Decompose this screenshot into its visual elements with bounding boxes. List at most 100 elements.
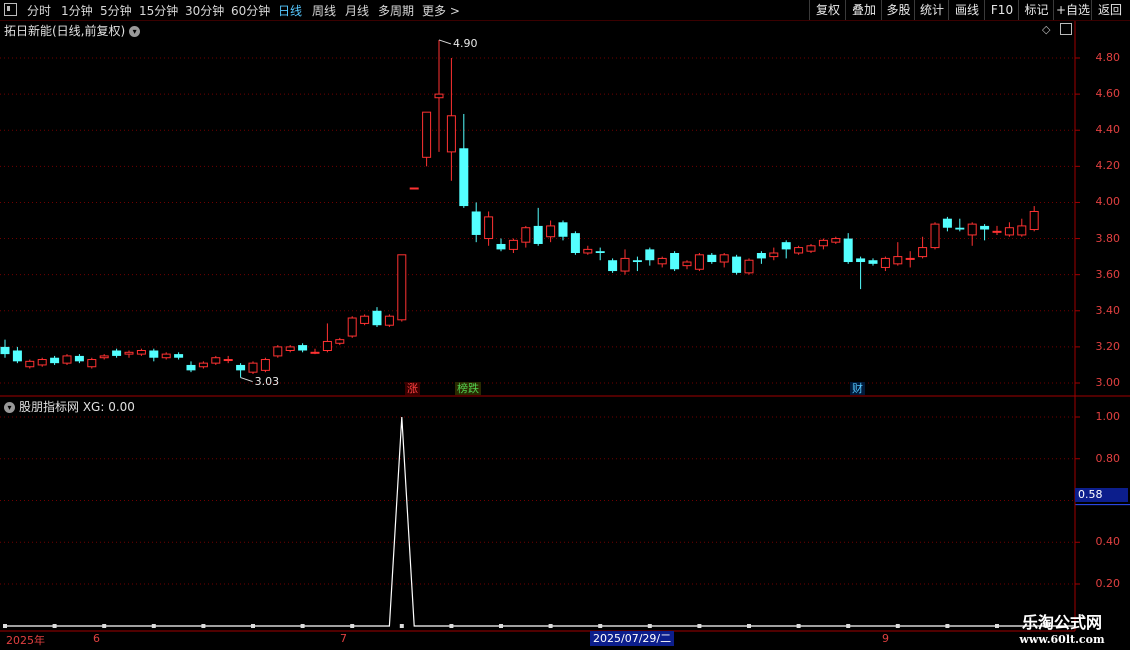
- xg-indicator-point: [747, 624, 751, 628]
- candle-body: [0, 346, 10, 355]
- xg-indicator-point: [300, 624, 305, 628]
- candle: [769, 247, 779, 261]
- xg-indicator-point: [350, 624, 355, 628]
- candle-body: [893, 256, 903, 265]
- event-badge-limit-up[interactable]: 涨: [405, 382, 420, 395]
- candle-body: [74, 355, 84, 362]
- add-watchlist-button[interactable]: +自选: [1053, 0, 1092, 20]
- tab-period-monthly[interactable]: 月线: [345, 2, 369, 19]
- indicator-title[interactable]: ▾ 股朋指标网 XG: 0.00: [4, 398, 135, 415]
- candle-body: [595, 251, 605, 253]
- tab-period-5min[interactable]: 5分钟: [100, 2, 132, 19]
- tab-period-weekly[interactable]: 周线: [312, 2, 336, 19]
- xg-indicator-point: [647, 624, 652, 628]
- tab-period-15min[interactable]: 15分钟: [139, 2, 178, 19]
- indicator-tick-label: 0.40: [1095, 535, 1121, 549]
- tab-period-more[interactable]: 更多 >: [422, 2, 460, 19]
- overlay-button[interactable]: 叠加: [845, 0, 882, 20]
- candle-body: [198, 362, 208, 368]
- tab-period-1min[interactable]: 1分钟: [61, 2, 93, 19]
- candle-body: [236, 364, 246, 371]
- candle: [744, 258, 754, 275]
- candle: [422, 111, 432, 167]
- candle-body: [446, 115, 456, 153]
- candle: [198, 361, 208, 369]
- tab-period-multi[interactable]: 多周期: [378, 2, 414, 19]
- min-price-label: 3.03: [254, 374, 280, 388]
- candle-body: [422, 111, 432, 158]
- candle-body: [260, 359, 270, 371]
- price-tick-label: 4.20: [1095, 159, 1121, 173]
- candle-body: [806, 245, 816, 252]
- watermark-title: 乐淘公式网: [1021, 613, 1102, 632]
- mark-button[interactable]: 标记: [1018, 0, 1054, 20]
- candle: [905, 251, 915, 268]
- candle: [446, 58, 456, 181]
- price-tick-label: 3.00: [1095, 376, 1121, 389]
- panel-toggle-icon[interactable]: [1060, 23, 1072, 35]
- candle-body: [980, 225, 990, 230]
- crosshair-date-label: 2025/07/29/二: [590, 631, 675, 646]
- chevron-down-icon[interactable]: ▾: [129, 26, 141, 37]
- candle-body: [87, 359, 97, 368]
- candle: [670, 251, 680, 272]
- candle: [260, 357, 270, 373]
- draw-line-button[interactable]: 画线: [948, 0, 985, 20]
- candle: [37, 357, 47, 367]
- candle-body: [273, 346, 283, 357]
- tab-period-30min[interactable]: 30分钟: [185, 2, 224, 19]
- statistics-button[interactable]: 统计: [914, 0, 949, 20]
- back-button[interactable]: 返回: [1091, 0, 1128, 20]
- candle-body: [322, 340, 332, 352]
- xg-indicator-point: [945, 624, 950, 628]
- candle-body: [657, 257, 667, 265]
- date-axis-month-7: 7: [340, 632, 347, 645]
- tab-period-intraday[interactable]: 分时: [27, 2, 51, 19]
- candle-body: [694, 254, 704, 270]
- candle-body: [50, 357, 60, 364]
- date-axis-month-6: 6: [93, 632, 100, 645]
- candle-body: [769, 252, 779, 258]
- candle-body: [149, 350, 159, 358]
- candle-body: [25, 360, 35, 368]
- candle: [161, 352, 171, 360]
- candle: [335, 337, 345, 346]
- chart-title[interactable]: 拓日新能(日线,前复权) ▾: [4, 22, 141, 39]
- f10-button[interactable]: F10: [984, 0, 1019, 20]
- candle: [533, 207, 543, 246]
- event-badge-finance[interactable]: 财: [850, 382, 865, 395]
- event-badge-list-drop[interactable]: 榜跌: [455, 382, 481, 395]
- candle-body: [831, 238, 841, 243]
- max-price-label: 4.90: [453, 36, 478, 50]
- restore-rights-button[interactable]: 复权: [809, 0, 846, 20]
- candle: [967, 222, 977, 246]
- candle-body: [136, 350, 146, 355]
- candle: [583, 245, 593, 255]
- candle: [409, 187, 419, 190]
- candle-body: [818, 239, 828, 247]
- candle-body: [756, 253, 766, 259]
- candle: [186, 361, 196, 373]
- candle: [149, 348, 159, 362]
- price-tick-label: 4.40: [1095, 123, 1121, 137]
- candle: [459, 113, 469, 208]
- tab-period-60min[interactable]: 60分钟: [231, 2, 270, 19]
- candle: [645, 247, 655, 266]
- candle: [298, 343, 308, 353]
- menu-icon[interactable]: [4, 3, 17, 16]
- candle: [50, 355, 60, 365]
- candle: [99, 354, 109, 360]
- candle-body: [521, 227, 531, 243]
- candle: [546, 220, 556, 243]
- kline-chart[interactable]: [0, 0, 1130, 650]
- price-tick-label: 3.60: [1095, 267, 1121, 281]
- candle: [223, 355, 233, 364]
- candle: [657, 256, 667, 268]
- candle: [384, 314, 394, 328]
- chevron-down-icon[interactable]: ▾: [4, 402, 15, 413]
- tab-period-daily[interactable]: 日线: [278, 2, 302, 19]
- candle: [62, 354, 72, 365]
- diamond-icon[interactable]: ◇: [1042, 23, 1050, 36]
- multi-stock-button[interactable]: 多股: [881, 0, 915, 20]
- candle: [620, 249, 630, 275]
